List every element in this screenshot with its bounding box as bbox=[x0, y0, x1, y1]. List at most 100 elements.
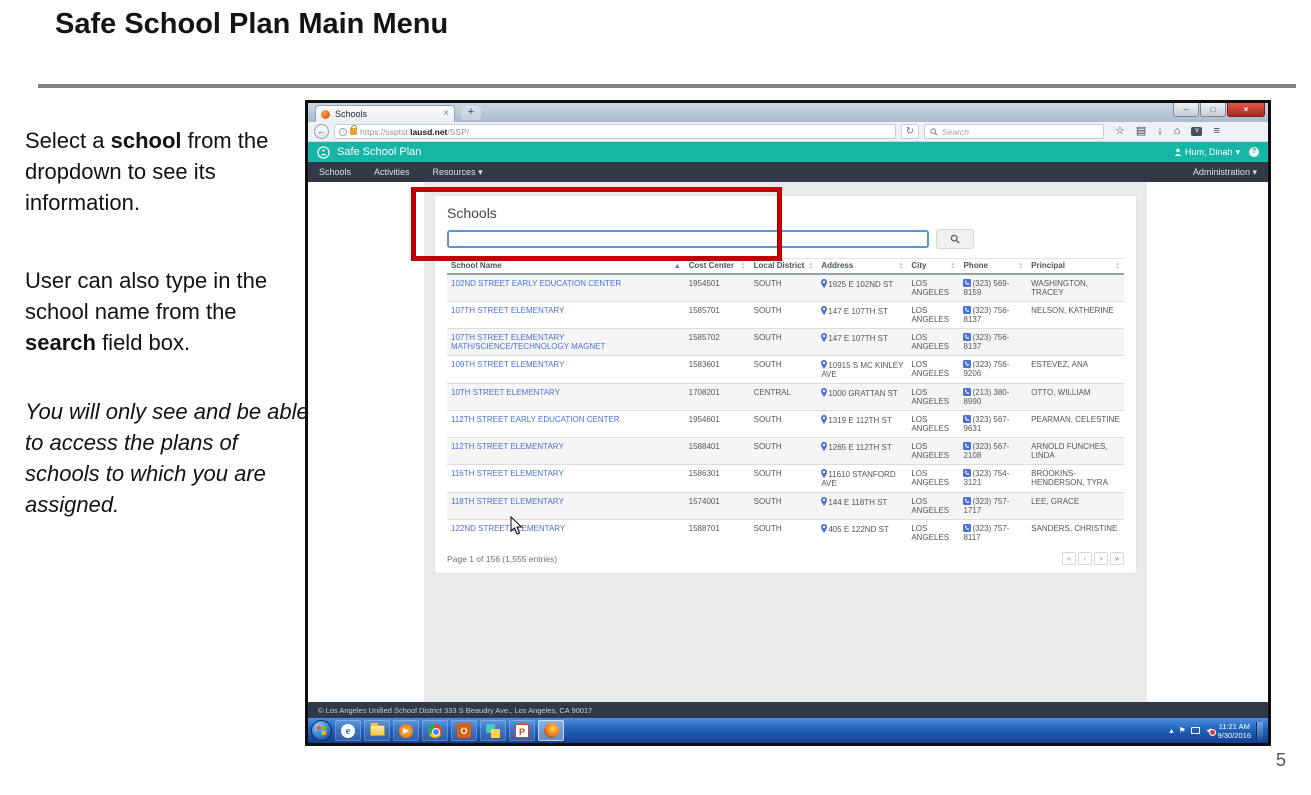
first-page-button[interactable]: « bbox=[1062, 552, 1076, 565]
column-header-local-district[interactable]: Local District▲▼ bbox=[750, 259, 818, 275]
column-header-school-name[interactable]: School Name▲ bbox=[447, 259, 685, 275]
menu-icon[interactable]: ≡ bbox=[1213, 126, 1219, 137]
pocket-icon[interactable]: ∨ bbox=[1191, 127, 1202, 136]
cell-phone[interactable]: (323) 567-2108 bbox=[959, 438, 1027, 465]
start-button[interactable] bbox=[311, 720, 332, 741]
tab-close-icon[interactable]: × bbox=[443, 109, 449, 119]
chevron-down-icon: ▾ bbox=[1252, 167, 1257, 177]
cell-cost-center: 1588401 bbox=[685, 438, 750, 465]
cell-address[interactable]: 11610 STANFORD AVE bbox=[817, 465, 907, 493]
action-center-flag-icon[interactable]: ⚑ bbox=[1179, 727, 1186, 735]
table-row: 118TH STREET ELEMENTARY1574001SOUTH144 E… bbox=[447, 493, 1124, 520]
school-link[interactable]: 102ND STREET EARLY EDUCATION CENTER bbox=[451, 279, 621, 288]
school-link[interactable]: 122ND STREET ELEMENTARY bbox=[451, 524, 565, 533]
column-header-city[interactable]: City▲▼ bbox=[907, 259, 959, 275]
downloads-icon[interactable]: ↓ bbox=[1157, 126, 1163, 137]
cell-address[interactable]: 10915 S MC KINLEY AVE bbox=[817, 356, 907, 384]
school-link[interactable]: 112TH STREET ELEMENTARY bbox=[451, 442, 564, 451]
cell-phone[interactable]: (323) 756-8137 bbox=[959, 302, 1027, 329]
nav-item-administration[interactable]: Administration ▾ bbox=[1193, 167, 1257, 178]
network-display-icon[interactable] bbox=[1191, 727, 1200, 734]
home-icon[interactable]: ⌂ bbox=[1174, 126, 1181, 137]
cell-local-district: SOUTH bbox=[750, 520, 818, 547]
instruction-paragraph-2: User can also type in the school name fr… bbox=[25, 265, 310, 358]
url-domain: lausd.net bbox=[410, 127, 447, 137]
prev-page-button[interactable]: ‹ bbox=[1078, 552, 1092, 565]
app-nav: Schools Activities Resources ▾ Administr… bbox=[308, 162, 1268, 182]
cell-phone[interactable]: (323) 567-9631 bbox=[959, 411, 1027, 438]
cell-address[interactable]: 1265 E 112TH ST bbox=[817, 438, 907, 465]
tray-expand-icon[interactable]: ▴ bbox=[1170, 727, 1174, 735]
page-info-icon[interactable]: i bbox=[339, 128, 347, 136]
sort-ascending-icon: ▲ bbox=[674, 263, 681, 270]
lock-icon[interactable] bbox=[350, 128, 357, 135]
address-bar[interactable]: i https://ssptst.lausd.net/SSP/ bbox=[334, 124, 896, 139]
file-explorer-icon[interactable] bbox=[364, 720, 390, 741]
column-header-address[interactable]: Address▲▼ bbox=[817, 259, 907, 275]
site-footer: © Los Angeles Unified School District 33… bbox=[308, 702, 1268, 718]
cell-phone[interactable]: (213) 380-8990 bbox=[959, 384, 1027, 411]
school-link[interactable]: 109TH STREET ELEMENTARY bbox=[451, 360, 564, 369]
column-header-principal[interactable]: Principal▲▼ bbox=[1027, 259, 1124, 275]
school-link[interactable]: 107TH STREET ELEMENTARY bbox=[451, 306, 564, 315]
search-button[interactable] bbox=[936, 229, 974, 249]
nav-item-resources[interactable]: Resources ▾ bbox=[433, 167, 483, 178]
chrome-icon[interactable] bbox=[422, 720, 448, 741]
school-link[interactable]: 112TH STREET EARLY EDUCATION CENTER bbox=[451, 415, 620, 424]
volume-icon[interactable]: ◄ bbox=[1205, 727, 1213, 735]
window-close-button[interactable]: × bbox=[1227, 103, 1265, 117]
school-search-input[interactable] bbox=[447, 230, 929, 248]
media-player-icon[interactable]: ▶ bbox=[393, 720, 419, 741]
map-pin-icon bbox=[821, 415, 827, 424]
cell-school-name: 112TH STREET ELEMENTARY bbox=[447, 438, 685, 465]
column-header-cost-center[interactable]: Cost Center▲▼ bbox=[685, 259, 750, 275]
column-header-phone[interactable]: Phone▲▼ bbox=[959, 259, 1027, 275]
sort-both-icon: ▲▼ bbox=[741, 262, 746, 270]
cell-phone[interactable]: (323) 757-1717 bbox=[959, 493, 1027, 520]
cell-address[interactable]: 1000 GRATTAN ST bbox=[817, 384, 907, 411]
sort-both-icon: ▲▼ bbox=[1018, 262, 1023, 270]
nav-item-schools[interactable]: Schools bbox=[319, 167, 351, 177]
bookmark-star-icon[interactable]: ☆ bbox=[1115, 126, 1125, 137]
window-maximize-button[interactable]: □ bbox=[1200, 103, 1226, 117]
powerpoint-icon[interactable]: P bbox=[509, 720, 535, 741]
cell-phone[interactable]: (323) 754-3121 bbox=[959, 465, 1027, 493]
cell-address[interactable]: 1319 E 112TH ST bbox=[817, 411, 907, 438]
cell-address[interactable]: 1925 E 102ND ST bbox=[817, 274, 907, 302]
cell-address[interactable]: 147 E 107TH ST bbox=[817, 329, 907, 356]
cell-school-name: 107TH STREET ELEMENTARY MATH/SCIENCE/TEC… bbox=[447, 329, 685, 356]
sticky-notes-icon[interactable] bbox=[480, 720, 506, 741]
cell-phone[interactable]: (323) 756-8137 bbox=[959, 329, 1027, 356]
browser-search-box[interactable]: Search bbox=[924, 124, 1104, 139]
cell-phone[interactable]: (323) 569-8159 bbox=[959, 274, 1027, 302]
last-page-button[interactable]: » bbox=[1110, 552, 1124, 565]
show-desktop-button[interactable] bbox=[1256, 722, 1263, 740]
firefox-icon[interactable] bbox=[538, 720, 564, 741]
cell-principal: PEARMAN, CELESTINE bbox=[1027, 411, 1124, 438]
clock[interactable]: 11:21 AM 9/30/2016 bbox=[1218, 722, 1251, 740]
next-page-button[interactable]: › bbox=[1094, 552, 1108, 565]
cell-address[interactable]: 405 E 122ND ST bbox=[817, 520, 907, 547]
reload-button[interactable]: ↻ bbox=[901, 124, 919, 139]
new-tab-button[interactable]: + bbox=[461, 106, 481, 120]
help-icon[interactable]: ? bbox=[1249, 147, 1259, 157]
cell-address[interactable]: 144 E 118TH ST bbox=[817, 493, 907, 520]
school-link[interactable]: 116TH STREET ELEMENTARY bbox=[451, 469, 564, 478]
outlook-icon[interactable]: O bbox=[451, 720, 477, 741]
cell-phone[interactable]: (323) 757-8117 bbox=[959, 520, 1027, 547]
school-link[interactable]: 10TH STREET ELEMENTARY bbox=[451, 388, 560, 397]
browser-tab[interactable]: Schools × bbox=[315, 105, 455, 122]
cell-address[interactable]: 147 E 107TH ST bbox=[817, 302, 907, 329]
window-minimize-button[interactable]: – bbox=[1173, 103, 1199, 117]
internet-explorer-icon[interactable]: e bbox=[335, 720, 361, 741]
bookmarks-menu-icon[interactable]: ▤ bbox=[1136, 126, 1146, 137]
nav-item-activities[interactable]: Activities bbox=[374, 167, 410, 177]
cell-city: LOS ANGELES bbox=[907, 438, 959, 465]
school-link[interactable]: 118TH STREET ELEMENTARY bbox=[451, 497, 564, 506]
user-menu[interactable]: Hum, Dinah ▾ bbox=[1174, 147, 1240, 158]
back-button[interactable]: ← bbox=[314, 124, 329, 139]
address-text: 1925 E 102ND ST bbox=[828, 280, 893, 289]
address-text: 405 E 122ND ST bbox=[828, 525, 888, 534]
cell-phone[interactable]: (323) 756-9206 bbox=[959, 356, 1027, 384]
school-link[interactable]: 107TH STREET ELEMENTARY MATH/SCIENCE/TEC… bbox=[451, 333, 605, 351]
